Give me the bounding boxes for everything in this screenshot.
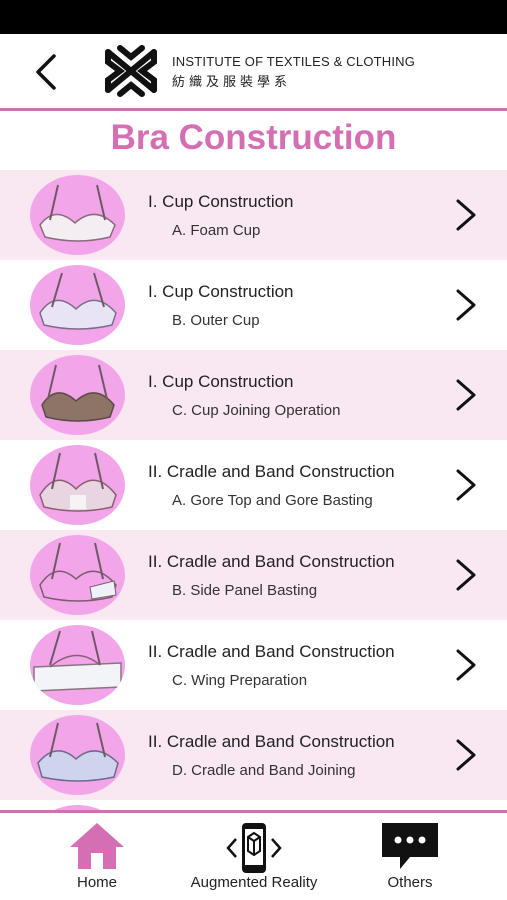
page-title: Bra Construction — [110, 118, 397, 157]
phone-ar-icon — [226, 823, 282, 873]
item-title: II. Cradle and Band Construction — [148, 462, 395, 481]
chevron-right-icon — [456, 649, 476, 681]
item-title: I. Cup Construction — [148, 192, 294, 211]
item-title: I. Cup Construction — [148, 372, 294, 391]
bra-thumbnail — [30, 445, 125, 525]
list-item[interactable]: II. Cradle and Band Construction A. Gore… — [0, 440, 507, 530]
construction-list: I. Cup Construction A. Foam Cup I. Cup C… — [0, 170, 507, 810]
item-title: II. Cradle and Band Construction — [148, 732, 395, 751]
back-button[interactable] — [28, 52, 68, 92]
tab-home-label: Home — [76, 874, 117, 891]
bra-thumbnail — [30, 175, 125, 255]
list-item[interactable]: II. Cradle and Band Construction D. Crad… — [0, 710, 507, 800]
bra-thumbnail — [30, 355, 125, 435]
tab-others-label: Others — [387, 874, 433, 891]
bottom-tab-bar: Home Augmented Reality Others — [0, 813, 507, 900]
tab-home[interactable]: Home — [52, 813, 142, 900]
bra-thumbnail — [30, 535, 125, 615]
institute-name-zh: 紡織及服裝學系 — [172, 74, 292, 89]
house-icon — [70, 823, 124, 869]
chevron-right-icon — [456, 379, 476, 411]
tab-others[interactable]: Others — [365, 813, 455, 900]
item-subtitle: B. Outer Cup — [172, 312, 260, 329]
item-subtitle: A. Foam Cup — [172, 222, 261, 239]
item-subtitle: C. Wing Preparation — [172, 672, 308, 689]
chevron-left-icon — [36, 54, 56, 90]
list-item[interactable]: I. Cup Construction B. Outer Cup — [0, 260, 507, 350]
institute-logo — [100, 42, 162, 100]
bra-thumbnail — [30, 265, 125, 345]
list-item[interactable]: II. Cradle and Band Construction C. Wing… — [0, 620, 507, 710]
app-header: INSTITUTE OF TEXTILES & CLOTHING 紡織及服裝學系 — [0, 34, 507, 108]
item-title: II. Cradle and Band Construction — [148, 552, 395, 571]
header-divider — [0, 108, 507, 111]
bra-thumbnail — [30, 715, 125, 795]
tab-augmented-reality[interactable]: Augmented Reality — [170, 813, 338, 900]
list-item-partial — [0, 800, 507, 810]
status-bar — [0, 0, 507, 34]
chat-bubble-icon — [382, 823, 438, 869]
chevron-right-icon — [456, 469, 476, 501]
list-item[interactable]: II. Cradle and Band Construction B. Side… — [0, 530, 507, 620]
item-title: II. Cradle and Band Construction — [148, 642, 395, 661]
item-subtitle: B. Side Panel Basting — [172, 582, 318, 599]
chevron-right-icon — [456, 199, 476, 231]
item-subtitle: C. Cup Joining Operation — [172, 402, 341, 419]
chevron-right-icon — [456, 739, 476, 771]
chevron-right-icon — [456, 559, 476, 591]
bra-thumbnail — [30, 625, 125, 705]
item-subtitle: D. Cradle and Band Joining — [172, 762, 356, 779]
list-item[interactable]: I. Cup Construction A. Foam Cup — [0, 170, 507, 260]
item-title: I. Cup Construction — [148, 282, 294, 301]
chevron-right-icon — [456, 289, 476, 321]
item-subtitle: A. Gore Top and Gore Basting — [172, 492, 373, 509]
list-item[interactable]: I. Cup Construction C. Cup Joining Opera… — [0, 350, 507, 440]
institute-name-en: INSTITUTE OF TEXTILES & CLOTHING — [172, 54, 416, 69]
tab-ar-label: Augmented Reality — [190, 874, 318, 891]
